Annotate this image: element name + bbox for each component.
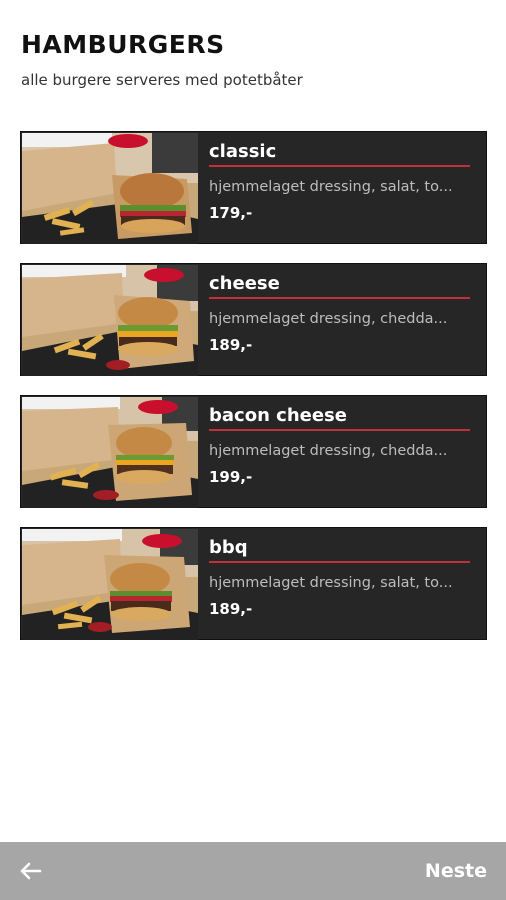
menu-item-name: bacon cheese bbox=[209, 404, 470, 431]
menu-item-info: bbq hjemmelaget dressing, salat, to... 1… bbox=[209, 536, 470, 619]
menu-item-description: hjemmelaget dressing, chedda... bbox=[209, 443, 448, 459]
menu-item-price: 179,- bbox=[209, 204, 253, 222]
menu-item-description: hjemmelaget dressing, chedda... bbox=[209, 311, 448, 327]
menu-item-name: cheese bbox=[209, 272, 470, 299]
arrow-left-icon bbox=[20, 862, 42, 880]
menu-item-card[interactable]: cheese hjemmelaget dressing, chedda... 1… bbox=[20, 263, 487, 376]
menu-item-price: 189,- bbox=[209, 600, 253, 618]
page-subtitle: alle burgere serveres med potetbåter bbox=[21, 71, 303, 89]
menu-item-name: bbq bbox=[209, 536, 470, 563]
menu-item-card[interactable]: bbq hjemmelaget dressing, salat, to... 1… bbox=[20, 527, 487, 640]
menu-item-name: classic bbox=[209, 140, 470, 167]
page-header: HAMBURGERS alle burgere serveres med pot… bbox=[21, 30, 485, 90]
page-title: HAMBURGERS bbox=[21, 30, 225, 59]
burger-photo bbox=[22, 397, 198, 508]
next-button[interactable]: Neste bbox=[425, 858, 487, 884]
menu-item-info: classic hjemmelaget dressing, salat, to.… bbox=[209, 140, 470, 223]
menu-item-price: 199,- bbox=[209, 468, 253, 486]
menu-item-info: bacon cheese hjemmelaget dressing, chedd… bbox=[209, 404, 470, 487]
menu-item-card[interactable]: bacon cheese hjemmelaget dressing, chedd… bbox=[20, 395, 487, 508]
menu-item-list: classic hjemmelaget dressing, salat, to.… bbox=[20, 131, 487, 659]
menu-item-description: hjemmelaget dressing, salat, to... bbox=[209, 575, 453, 591]
burger-photo bbox=[22, 529, 198, 640]
bottom-navigation-bar: Neste bbox=[0, 842, 506, 900]
menu-item-card[interactable]: classic hjemmelaget dressing, salat, to.… bbox=[20, 131, 487, 244]
menu-item-info: cheese hjemmelaget dressing, chedda... 1… bbox=[209, 272, 470, 355]
burger-photo bbox=[22, 133, 198, 244]
burger-photo bbox=[22, 265, 198, 376]
menu-item-description: hjemmelaget dressing, salat, to... bbox=[209, 179, 453, 195]
menu-item-price: 189,- bbox=[209, 336, 253, 354]
back-button[interactable] bbox=[14, 855, 48, 887]
